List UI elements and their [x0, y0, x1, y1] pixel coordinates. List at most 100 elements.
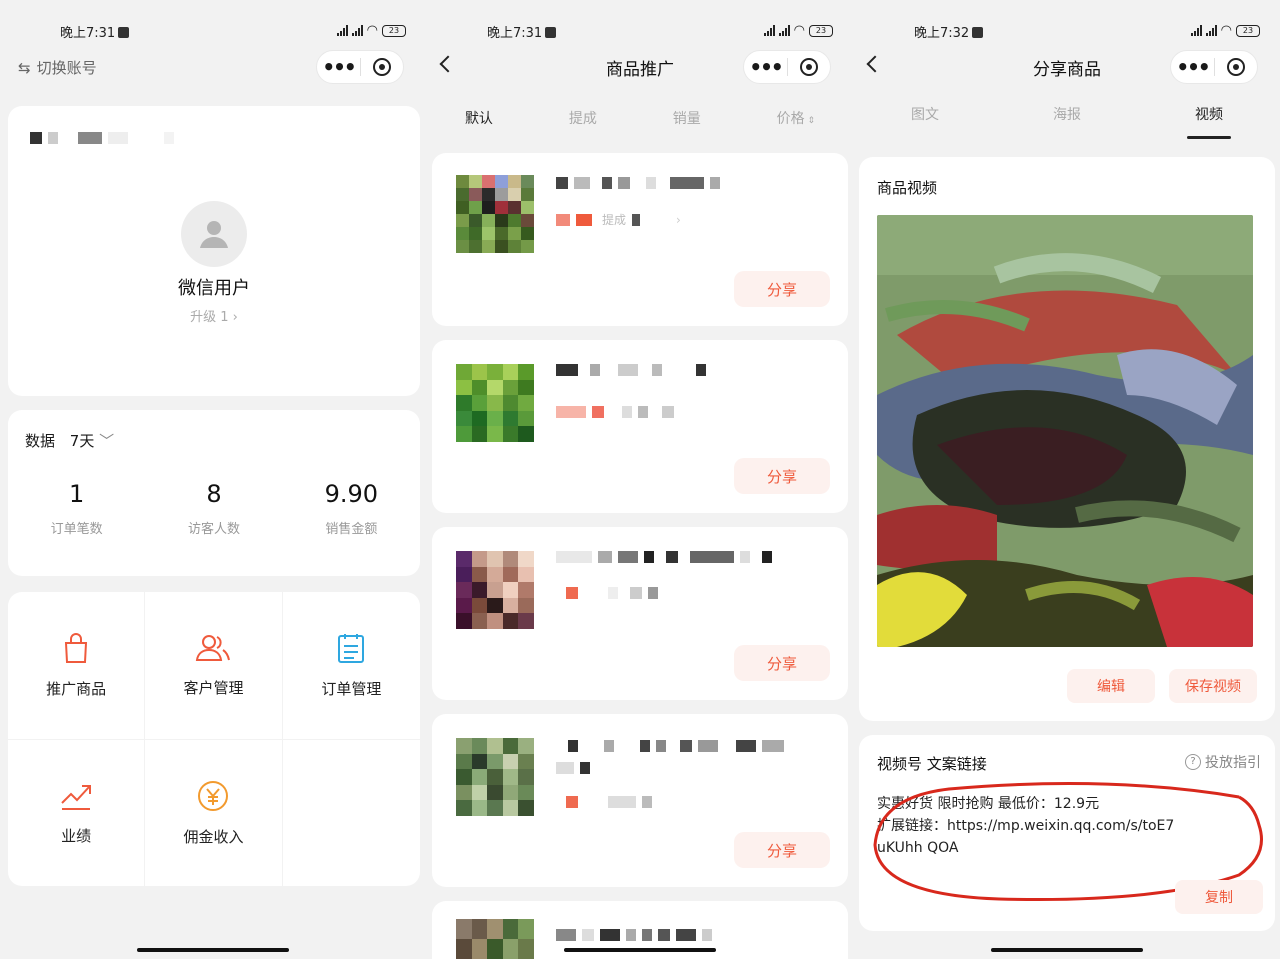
status-bar: 晚上7:31 ◠ 23	[427, 18, 853, 42]
battery-icon: 23	[382, 24, 406, 37]
product-card[interactable]: 分享	[432, 527, 848, 700]
product-card[interactable]: 分享	[432, 340, 848, 513]
more-icon[interactable]: •••	[744, 52, 787, 82]
tab-poster[interactable]: 海报	[1053, 104, 1081, 124]
tab-default[interactable]: 默认	[465, 108, 493, 128]
menu-label: 客户管理	[183, 679, 244, 697]
video-card: 商品视频 编辑 保存视频	[859, 157, 1275, 721]
edit-button[interactable]: 编辑	[1067, 669, 1155, 703]
menu-label: 订单管理	[321, 680, 382, 698]
status-time: 晚上7:31	[487, 22, 557, 41]
save-video-button[interactable]: 保存视频	[1169, 669, 1257, 703]
data-label: 数据	[25, 432, 56, 450]
redacted-product-title	[556, 929, 712, 941]
sort-arrows-icon: ⇕	[804, 116, 816, 126]
tab-price-label: 价格	[776, 111, 805, 127]
video-heading: 商品视频	[877, 179, 938, 197]
signal-icon	[1205, 25, 1217, 36]
sort-tabs: 默认 提成 销量 价格 ⇕	[427, 108, 853, 128]
help-icon: ?	[1185, 754, 1201, 770]
guide-link[interactable]: ? 投放指引	[1185, 752, 1261, 772]
range-value: 7天	[69, 432, 95, 450]
status-icons: ◠ 23	[336, 23, 406, 38]
panel-goods-promotion: 晚上7:31 ◠ 23 商品推广 ••• 默认 提成 销量 价格 ⇕ 提成 › …	[427, 0, 853, 959]
stat-orders[interactable]: 1 订单笔数	[8, 480, 145, 537]
product-thumbnail	[456, 919, 534, 959]
menu-label: 业绩	[61, 827, 92, 845]
avatar[interactable]	[181, 201, 247, 267]
menu-label: 推广商品	[46, 680, 107, 698]
video-preview[interactable]	[877, 215, 1253, 647]
menu-customers[interactable]: 客户管理	[145, 592, 283, 740]
close-miniprogram-icon[interactable]	[361, 58, 403, 76]
signal-icon	[336, 25, 348, 36]
chevron-down-icon: ﹀	[94, 432, 115, 450]
tab-price[interactable]: 价格 ⇕	[777, 108, 815, 128]
menu-promote-goods[interactable]: 推广商品	[8, 592, 146, 740]
product-card[interactable]: 分享	[432, 714, 848, 887]
wifi-icon: ◠	[1220, 23, 1232, 38]
stat-sales[interactable]: 9.90 销售金额	[283, 480, 420, 537]
copy-button[interactable]: 复制	[1175, 880, 1263, 914]
product-card[interactable]: 提成 › 分享	[432, 153, 848, 326]
data-header: 数据 7天 ﹀	[25, 430, 114, 451]
status-time: 晚上7:32	[914, 22, 984, 41]
commission-row: 提成 ›	[556, 211, 681, 228]
yen-coin-icon	[198, 781, 229, 811]
menu-performance[interactable]: 业绩	[8, 740, 146, 886]
copy-text-card: 视频号 文案链接 ? 投放指引 实惠好货 限时抢购 最低价：12.9元 扩展链接…	[859, 735, 1275, 931]
share-button[interactable]: 分享	[734, 458, 830, 494]
tab-video[interactable]: 视频	[1187, 104, 1231, 139]
stats-row: 1 订单笔数 8 访客人数 9.90 销售金额	[8, 480, 420, 537]
video-thumbnail-image	[877, 215, 1253, 647]
clipboard-icon	[338, 634, 365, 663]
stat-value: 8	[206, 480, 222, 508]
commission-row	[566, 796, 652, 808]
stat-visitors[interactable]: 8 访客人数	[145, 480, 282, 537]
more-icon[interactable]: •••	[1171, 52, 1214, 82]
range-selector[interactable]: 7天 ﹀	[70, 432, 114, 450]
share-button[interactable]: 分享	[734, 271, 830, 307]
product-thumbnail	[456, 738, 534, 816]
signal-icon	[778, 25, 790, 36]
share-button[interactable]: 分享	[734, 832, 830, 868]
stat-label: 订单笔数	[50, 522, 103, 537]
menu-orders[interactable]: 订单管理	[282, 592, 420, 740]
trend-icon	[61, 785, 92, 810]
tab-sales[interactable]: 销量	[673, 108, 701, 128]
home-indicator	[991, 948, 1143, 952]
tiktok-icon	[118, 27, 130, 38]
tab-commission[interactable]: 提成	[569, 108, 597, 128]
more-icon[interactable]: •••	[317, 52, 360, 82]
redacted-product-title	[556, 740, 784, 752]
switch-account-button[interactable]: ⇆ 切换账号	[18, 57, 97, 78]
battery-icon: 23	[1236, 24, 1260, 37]
product-thumbnail	[456, 364, 534, 442]
commission-label: 提成	[602, 213, 627, 227]
share-type-tabs: 图文 海报 视频	[854, 104, 1280, 139]
home-indicator	[564, 948, 716, 952]
tiktok-icon	[972, 27, 984, 38]
copy-heading: 视频号 文案链接	[877, 755, 987, 773]
user-silhouette-icon	[200, 221, 228, 248]
mini-program-capsule: •••	[316, 50, 404, 84]
tab-image-text[interactable]: 图文	[911, 104, 939, 124]
status-time: 晚上7:31	[60, 22, 130, 41]
commission-row	[556, 406, 674, 418]
close-miniprogram-icon[interactable]	[1215, 58, 1257, 76]
status-icons: ◠ 23	[763, 23, 833, 38]
status-bar: 晚上7:31 ◠ 23	[0, 18, 426, 42]
switch-icon: ⇆	[18, 58, 31, 77]
share-button[interactable]: 分享	[734, 645, 830, 681]
status-icons: ◠ 23	[1190, 23, 1260, 38]
profile-card: 微信用户 升级 1 ›	[8, 106, 420, 396]
menu-commission[interactable]: 佣金收入	[145, 740, 283, 886]
wifi-icon: ◠	[366, 23, 378, 38]
level-link[interactable]: 升级 1 ›	[8, 306, 420, 325]
home-indicator	[137, 948, 289, 952]
users-icon	[196, 635, 231, 661]
chevron-right-icon: ›	[232, 310, 238, 325]
tiktok-icon	[545, 27, 557, 38]
close-miniprogram-icon[interactable]	[788, 58, 830, 76]
battery-icon: 23	[809, 24, 833, 37]
